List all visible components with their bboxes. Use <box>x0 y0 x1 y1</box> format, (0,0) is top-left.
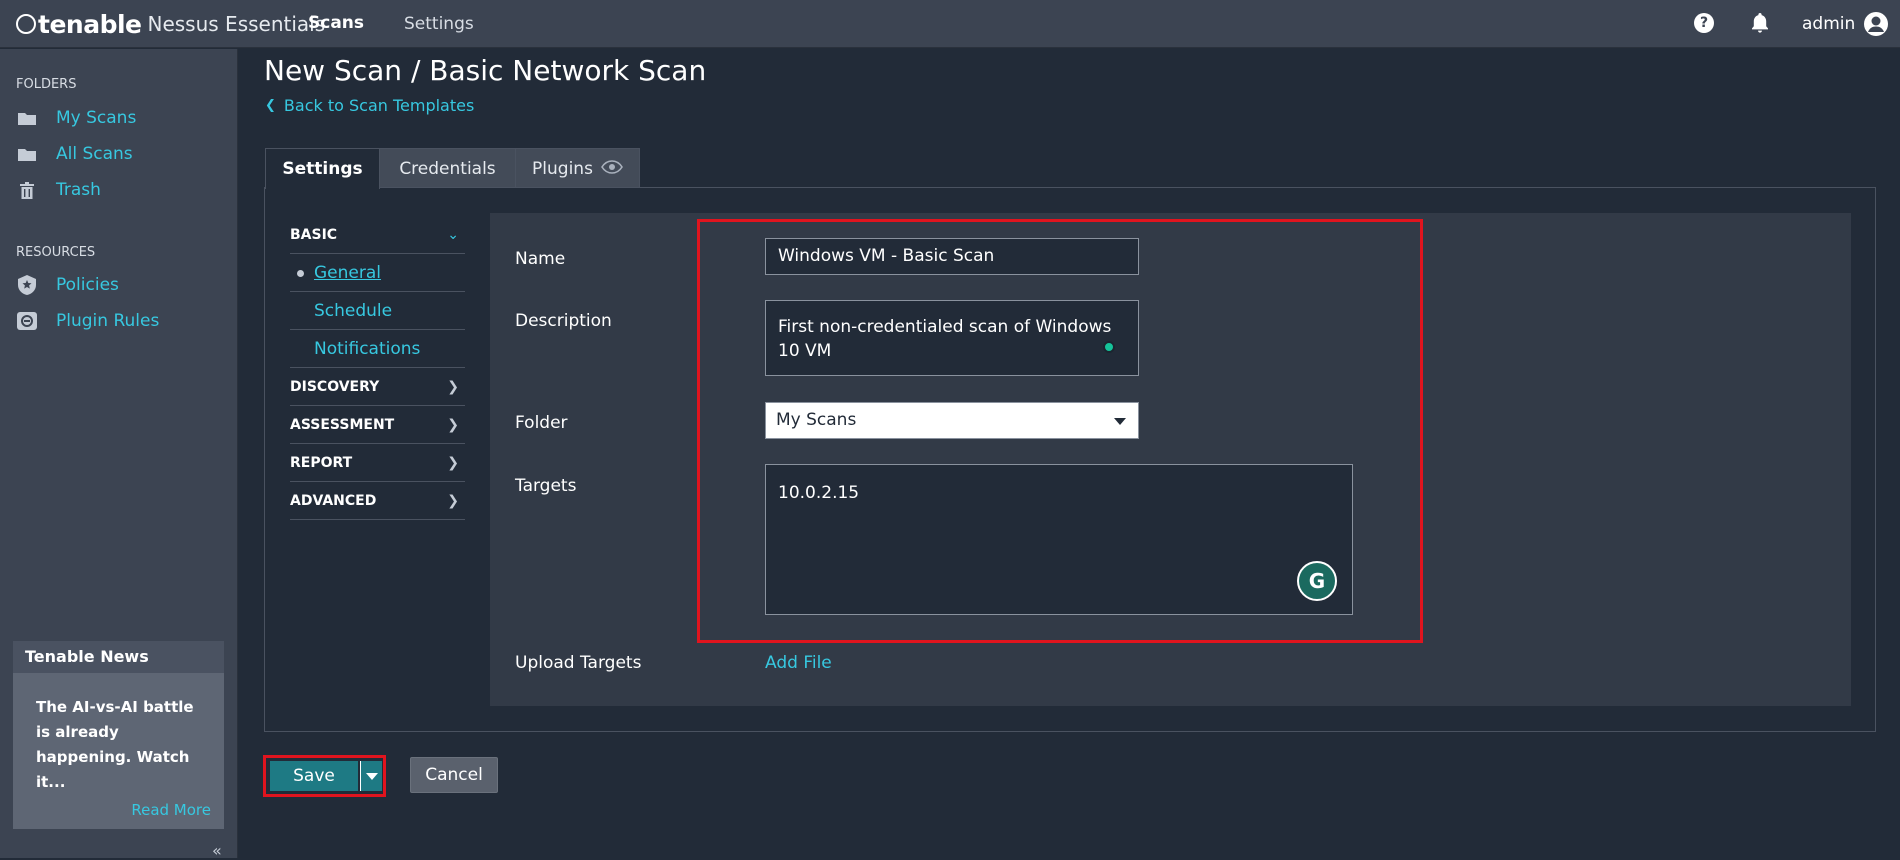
name-label: Name <box>515 249 566 269</box>
sidebar-item-policies[interactable]: Policies <box>16 273 119 297</box>
sidebar-item-label: My Scans <box>56 108 137 128</box>
sidebar-item-label: Plugin Rules <box>56 311 160 331</box>
description-label: Description <box>515 311 612 331</box>
subnav-item-label: General <box>314 262 381 283</box>
news-body[interactable]: The AI-vs-AI battle is already happening… <box>13 673 224 795</box>
back-to-templates-link[interactable]: ❮ Back to Scan Templates <box>265 96 474 115</box>
subnav-discovery-label: DISCOVERY <box>290 378 380 395</box>
active-bullet-icon <box>297 270 304 277</box>
resources-heading: RESOURCES <box>16 245 96 260</box>
nav-scans[interactable]: Scans <box>308 13 364 33</box>
sidebar: FOLDERS My Scans All Scans Trash RESOURC… <box>0 49 238 860</box>
subnav-report[interactable]: REPORT ❯ <box>290 444 465 482</box>
tenable-news-panel: Tenable News The AI-vs-AI battle is alre… <box>13 641 224 829</box>
sidebar-item-trash[interactable]: Trash <box>16 178 101 202</box>
chevron-right-icon: ❯ <box>447 416 459 433</box>
subnav-item-label: Notifications <box>314 338 421 359</box>
bell-icon[interactable] <box>1750 12 1770 39</box>
tab-plugins[interactable]: Plugins <box>516 148 640 188</box>
subnav-item-notifications[interactable]: Notifications <box>290 330 465 368</box>
subnav-assessment-label: ASSESSMENT <box>290 416 395 433</box>
save-button[interactable]: Save <box>270 761 358 791</box>
trash-icon <box>16 180 38 200</box>
tab-settings[interactable]: Settings <box>265 148 380 189</box>
user-name[interactable]: admin <box>1802 14 1855 34</box>
sidebar-item-my-scans[interactable]: My Scans <box>16 106 136 130</box>
tab-credentials[interactable]: Credentials <box>380 148 516 188</box>
collapse-sidebar-icon[interactable]: « <box>212 841 222 860</box>
read-more-link[interactable]: Read More <box>131 801 211 819</box>
page-title: New Scan / Basic Network Scan <box>264 54 707 87</box>
save-button-group: Save <box>263 755 386 797</box>
subnav-advanced-label: ADVANCED <box>290 492 377 509</box>
chevron-right-icon: ❯ <box>447 378 459 395</box>
subnav-item-schedule[interactable]: Schedule <box>290 292 465 330</box>
chevron-right-icon: ❯ <box>447 454 459 471</box>
plugin-rules-icon <box>16 311 38 331</box>
caret-down-icon <box>366 773 378 780</box>
folder-icon <box>16 108 38 128</box>
cancel-button[interactable]: Cancel <box>410 757 498 793</box>
tab-bar: Settings Credentials Plugins <box>265 148 640 189</box>
subnav-report-label: REPORT <box>290 454 353 471</box>
sidebar-item-label: Trash <box>56 180 101 200</box>
top-bar: tenable Nessus Essentials Scans Settings… <box>0 0 1900 48</box>
subnav-assessment[interactable]: ASSESSMENT ❯ <box>290 406 465 444</box>
nav-settings[interactable]: Settings <box>404 14 474 34</box>
subnav-basic[interactable]: BASIC ⌄ <box>290 216 465 254</box>
sidebar-item-label: All Scans <box>56 144 133 164</box>
upload-targets-label: Upload Targets <box>515 653 642 673</box>
subnav-item-general[interactable]: General <box>290 254 465 292</box>
tenable-logo[interactable]: tenable Nessus Essentials <box>16 10 326 39</box>
chevron-right-icon: ❯ <box>447 492 459 509</box>
folders-heading: FOLDERS <box>16 77 77 92</box>
subnav-item-label: Schedule <box>314 300 393 321</box>
chevron-left-icon: ❮ <box>265 98 276 113</box>
news-title: Tenable News <box>13 641 224 673</box>
add-file-link[interactable]: Add File <box>765 653 832 673</box>
targets-label: Targets <box>515 476 577 496</box>
logo-product: Nessus Essentials <box>147 12 326 36</box>
back-link-label: Back to Scan Templates <box>283 96 475 115</box>
sidebar-item-all-scans[interactable]: All Scans <box>16 142 133 166</box>
user-avatar-icon[interactable] <box>1863 11 1889 42</box>
help-icon[interactable]: ? <box>1694 13 1714 33</box>
sidebar-item-label: Policies <box>56 275 119 295</box>
subnav-discovery[interactable]: DISCOVERY ❯ <box>290 368 465 406</box>
sidebar-item-plugin-rules[interactable]: Plugin Rules <box>16 309 159 333</box>
subnav-basic-label: BASIC <box>290 226 338 243</box>
subnav-advanced[interactable]: ADVANCED ❯ <box>290 482 465 520</box>
save-dropdown-button[interactable] <box>360 761 382 791</box>
eye-icon <box>601 159 623 179</box>
logo-brand: tenable <box>16 10 142 39</box>
highlight-box-form-fields <box>697 219 1423 643</box>
folder-icon <box>16 144 38 164</box>
chevron-down-icon: ⌄ <box>447 226 459 243</box>
folder-label: Folder <box>515 413 568 433</box>
tab-plugins-label: Plugins <box>532 158 593 179</box>
shield-icon <box>16 275 38 295</box>
